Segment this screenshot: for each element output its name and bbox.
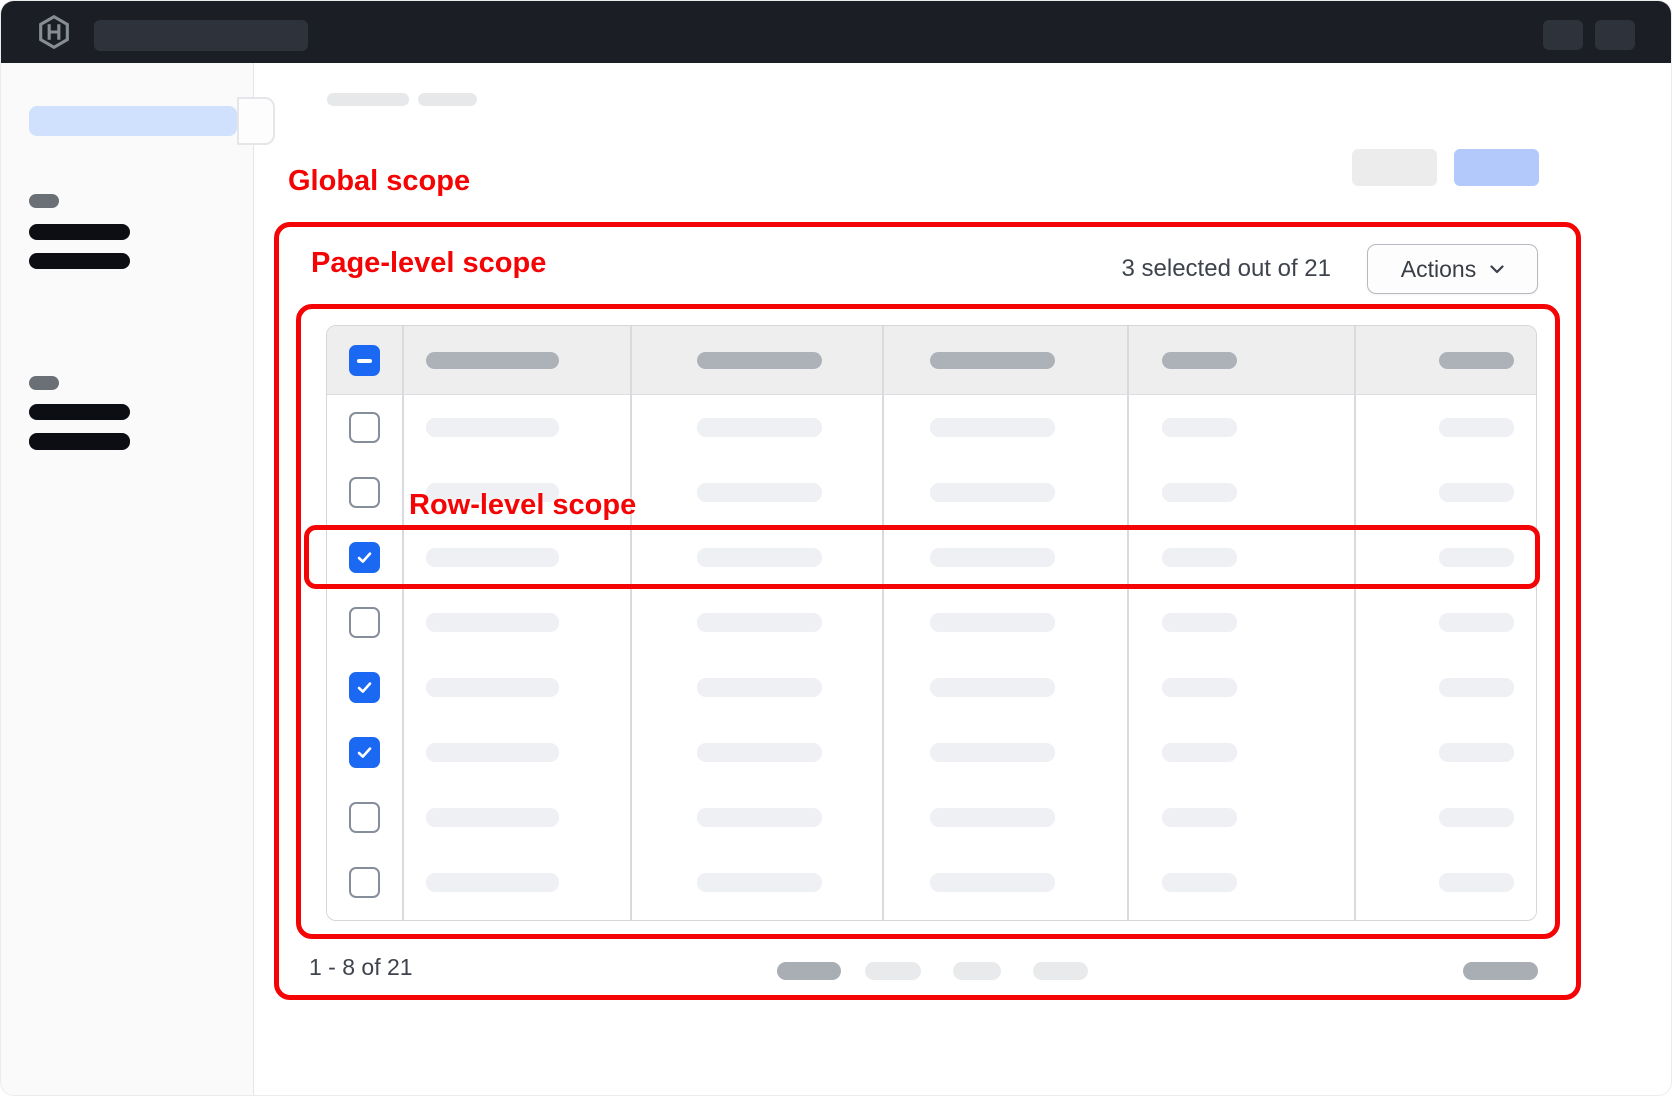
topbar-user-button[interactable] (1595, 20, 1635, 50)
row-checkbox[interactable] (349, 672, 380, 703)
column-divider (630, 326, 632, 920)
cell-placeholder (697, 483, 822, 502)
cell-placeholder (697, 678, 822, 697)
cell-placeholder (697, 743, 822, 762)
checkmark-icon (356, 549, 373, 566)
cell-placeholder (930, 873, 1055, 892)
cell-placeholder (930, 613, 1055, 632)
cell-placeholder (930, 483, 1055, 502)
cell-placeholder (930, 808, 1055, 827)
sidebar-section-label (29, 376, 59, 390)
header-button-secondary[interactable] (1352, 149, 1437, 186)
row-checkbox[interactable] (349, 607, 380, 638)
column-header-placeholder (1439, 352, 1514, 369)
data-table (326, 325, 1537, 921)
cell-placeholder (697, 873, 822, 892)
row-checkbox[interactable] (349, 802, 380, 833)
cell-placeholder (697, 808, 822, 827)
checkmark-icon (356, 679, 373, 696)
cell-placeholder (426, 873, 559, 892)
cell-placeholder (930, 743, 1055, 762)
header-button-primary[interactable] (1454, 149, 1539, 186)
cell-placeholder (930, 418, 1055, 437)
cell-placeholder (697, 548, 822, 567)
topbar-help-button[interactable] (1543, 20, 1583, 50)
cell-placeholder (1162, 743, 1237, 762)
selection-summary: 3 selected out of 21 (901, 255, 1331, 283)
row-checkbox[interactable] (349, 542, 380, 573)
sidebar-active-tab (237, 97, 275, 145)
column-divider (882, 326, 884, 920)
sidebar (1, 63, 254, 1096)
cell-placeholder (697, 418, 822, 437)
cell-placeholder (930, 548, 1055, 567)
select-all-checkbox[interactable] (349, 345, 380, 376)
pagination-page-pill-current[interactable] (777, 962, 841, 980)
cell-placeholder (1439, 548, 1514, 567)
sidebar-item[interactable] (29, 404, 130, 420)
row-checkbox[interactable] (349, 477, 380, 508)
column-divider (1354, 326, 1356, 920)
checkmark-icon (356, 744, 373, 761)
actions-button-label: Actions (1401, 256, 1476, 283)
cell-placeholder (1162, 483, 1237, 502)
annotation-global-scope-label: Global scope (288, 165, 470, 198)
pagination-page-pill[interactable] (953, 962, 1001, 980)
indeterminate-icon (357, 359, 372, 363)
column-header-placeholder (1162, 352, 1237, 369)
cell-placeholder (426, 418, 559, 437)
breadcrumb[interactable] (418, 93, 477, 106)
cell-placeholder (1439, 418, 1514, 437)
cell-placeholder (697, 613, 822, 632)
annotation-row-scope-label: Row-level scope (409, 489, 636, 522)
column-divider (402, 326, 404, 920)
cell-placeholder (1162, 613, 1237, 632)
sidebar-item[interactable] (29, 433, 130, 450)
hashicorp-logo-icon (37, 15, 71, 49)
row-checkbox[interactable] (349, 737, 380, 768)
cell-placeholder (426, 548, 559, 567)
annotation-page-scope-label: Page-level scope (311, 247, 546, 280)
column-header-placeholder (426, 352, 559, 369)
app-window: Global scope Page-level scope Row-level … (0, 0, 1672, 1096)
cell-placeholder (1439, 483, 1514, 502)
cell-placeholder (1439, 613, 1514, 632)
cell-placeholder (930, 678, 1055, 697)
pagination-control-pill[interactable] (1463, 962, 1538, 980)
sidebar-section-label (29, 194, 59, 208)
chevron-down-icon (1490, 265, 1504, 274)
sidebar-item[interactable] (29, 224, 130, 240)
cell-placeholder (426, 613, 559, 632)
actions-button[interactable]: Actions (1367, 244, 1538, 294)
cell-placeholder (426, 743, 559, 762)
cell-placeholder (426, 678, 559, 697)
pagination-range: 1 - 8 of 21 (309, 954, 413, 981)
cell-placeholder (1162, 548, 1237, 567)
sidebar-item[interactable] (29, 253, 130, 269)
cell-placeholder (1162, 418, 1237, 437)
cell-placeholder (1162, 678, 1237, 697)
breadcrumb[interactable] (327, 93, 409, 106)
cell-placeholder (426, 808, 559, 827)
pagination-page-pill[interactable] (865, 962, 921, 980)
column-header-placeholder (930, 352, 1055, 369)
cell-placeholder (1439, 743, 1514, 762)
sidebar-item-selected[interactable] (29, 106, 237, 136)
cell-placeholder (1162, 808, 1237, 827)
topbar-search-input[interactable] (94, 20, 308, 51)
cell-placeholder (1439, 808, 1514, 827)
cell-placeholder (1439, 873, 1514, 892)
column-divider (1127, 326, 1129, 920)
cell-placeholder (1162, 873, 1237, 892)
column-header-placeholder (697, 352, 822, 369)
cell-placeholder (1439, 678, 1514, 697)
pagination-page-pill[interactable] (1033, 962, 1088, 980)
row-checkbox[interactable] (349, 867, 380, 898)
topbar (1, 1, 1672, 63)
row-checkbox[interactable] (349, 412, 380, 443)
